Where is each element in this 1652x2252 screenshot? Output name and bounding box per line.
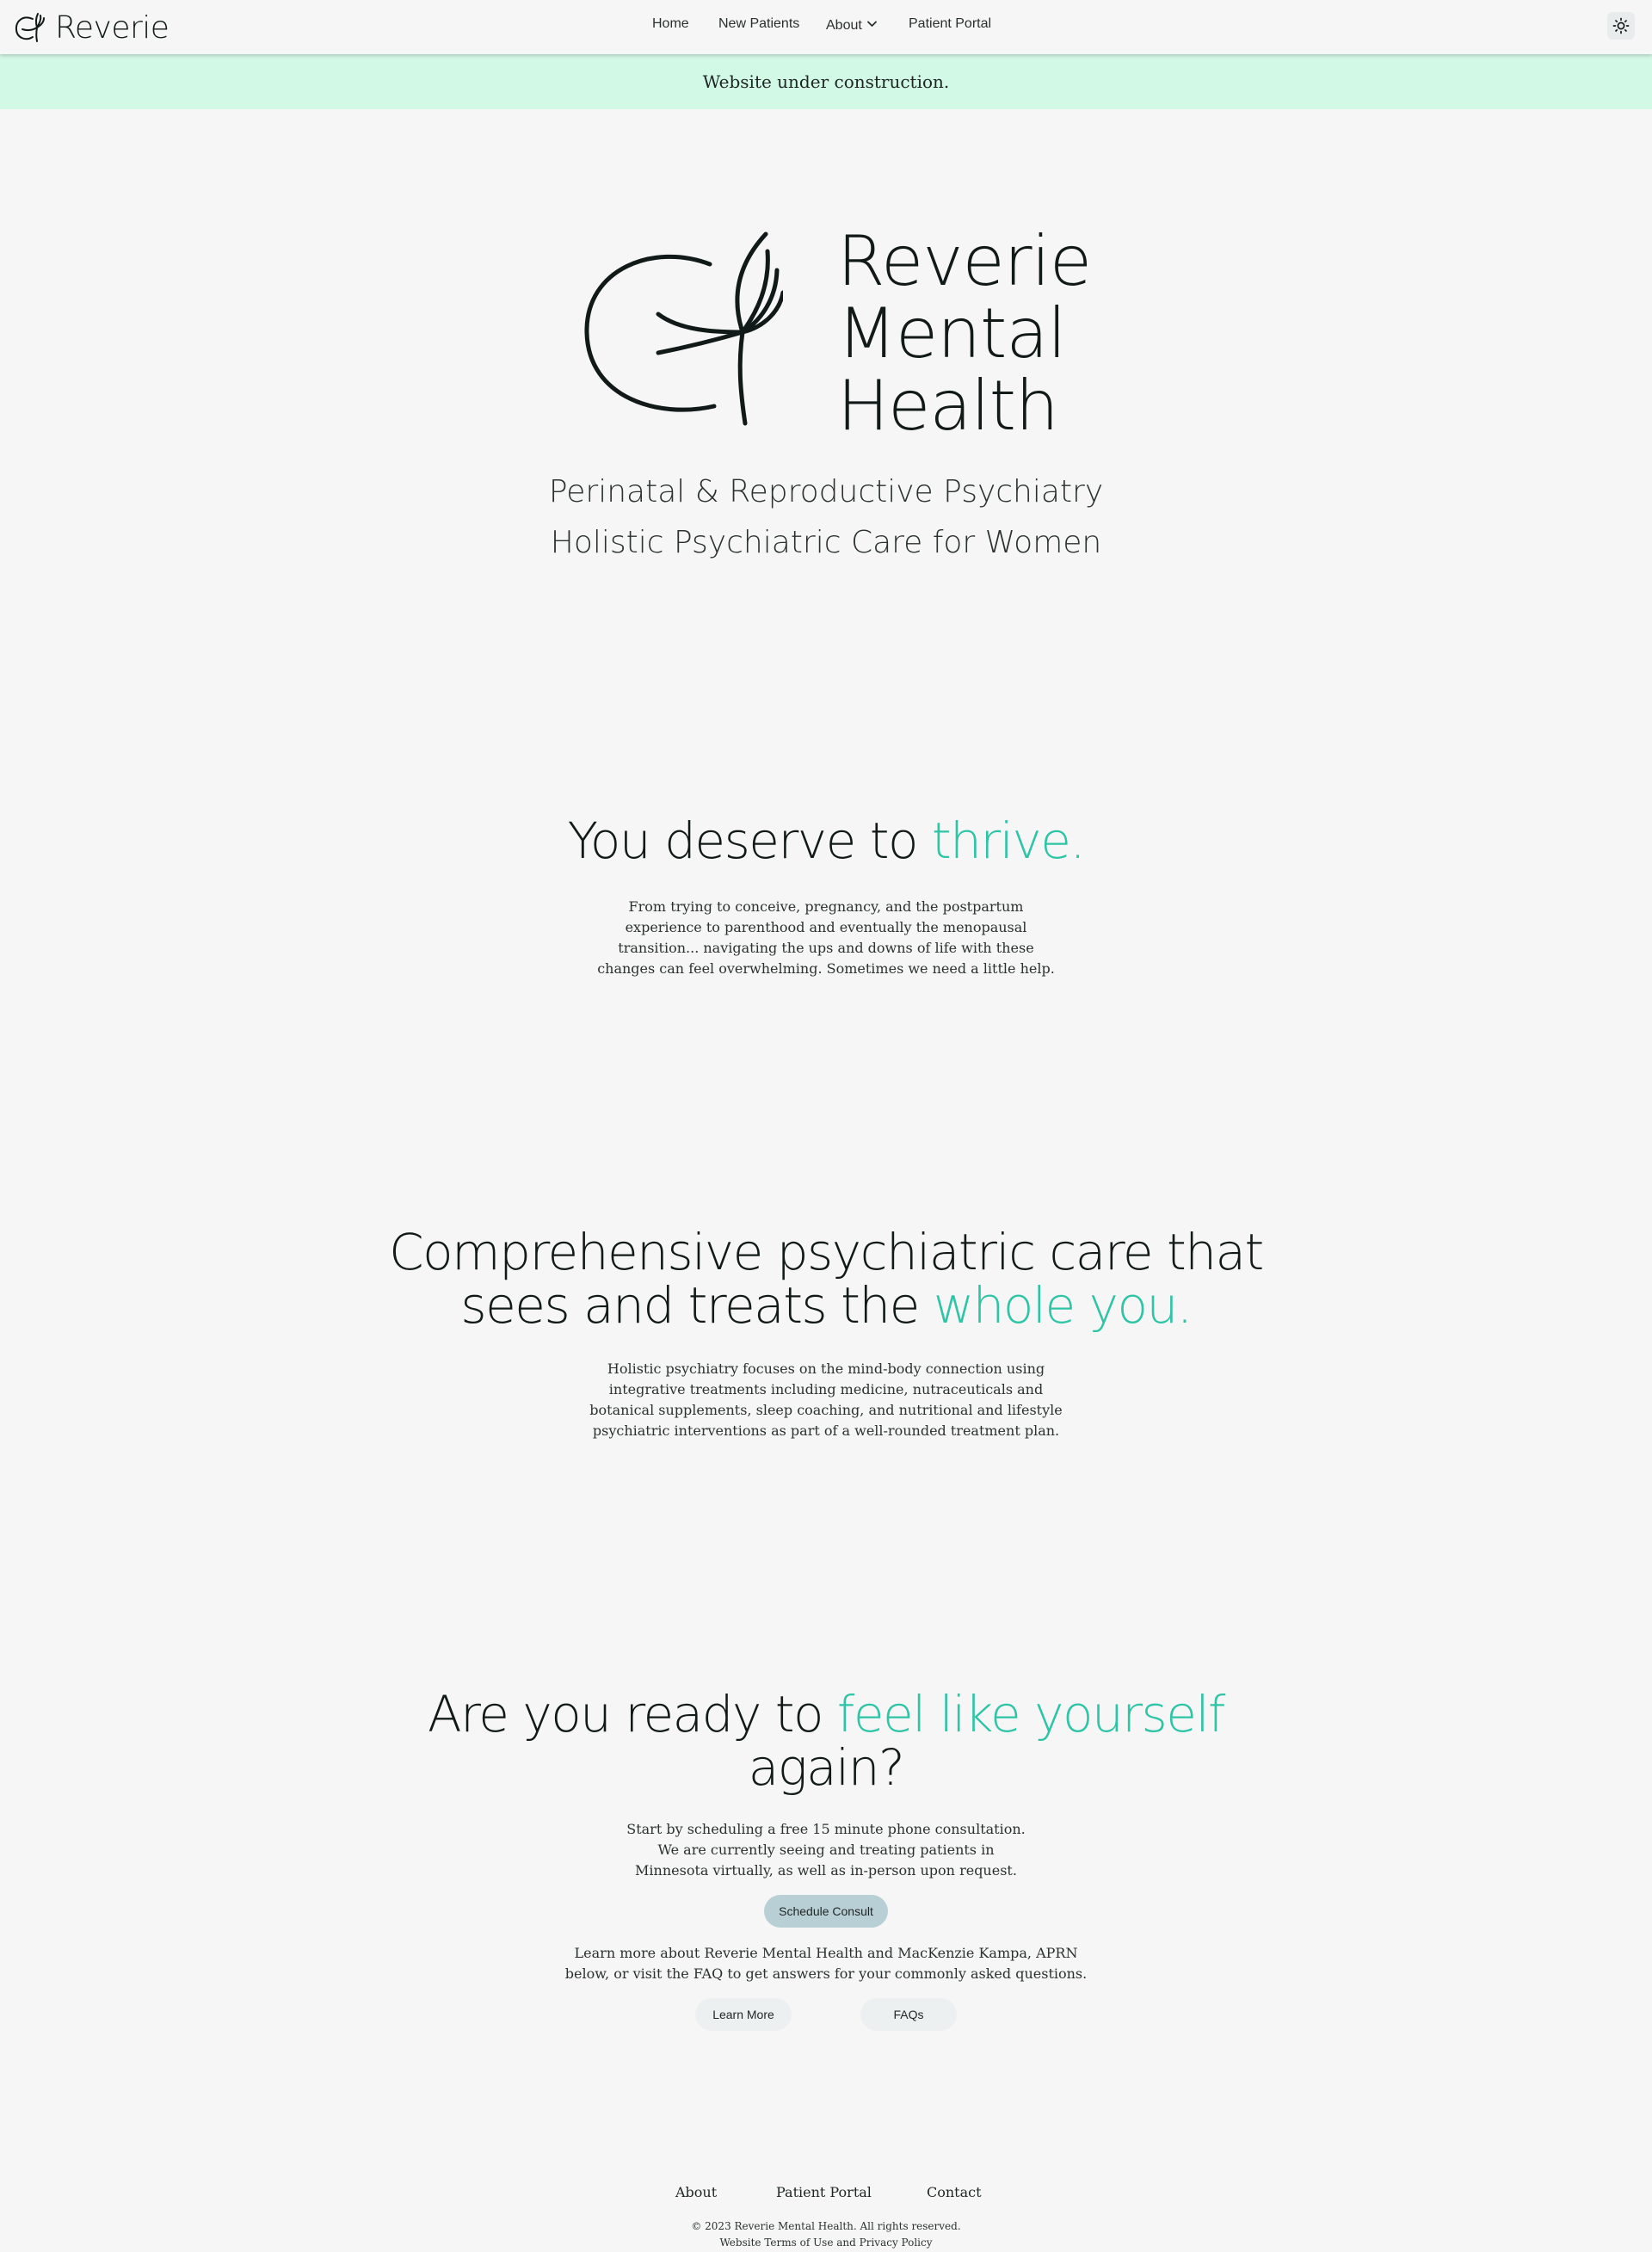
learn-more-button[interactable]: Learn More <box>695 1998 792 2031</box>
theme-toggle-button[interactable] <box>1607 12 1635 40</box>
hero-tagline-specialty: Perinatal & Reproductive Psychiatry <box>548 474 1104 509</box>
body-line: Learn more about Reverie Mental Health a… <box>574 1945 1078 1961</box>
body-line: Holistic psychiatry focuses on the mind-… <box>607 1360 1045 1377</box>
body-line: psychiatric interventions as part of a w… <box>592 1422 1060 1439</box>
nav-home[interactable]: Home <box>652 16 689 32</box>
sun-icon <box>1612 17 1630 34</box>
nav-about-dropdown[interactable]: About <box>826 16 877 34</box>
top-navigation-bar: Reverie Home New Patients About Patient … <box>0 0 1652 54</box>
body-line: transition... navigating the ups and dow… <box>618 940 1034 956</box>
banner-text: Website under construction. <box>702 71 950 92</box>
footer-copyright: © 2023 Reverie Mental Health. All rights… <box>691 2220 961 2232</box>
footer-legal-link[interactable]: Website Terms of Use and Privacy Policy <box>0 2237 1652 2249</box>
faqs-button[interactable]: FAQs <box>860 1998 957 2031</box>
body-line: below, or visit the FAQ to get answers f… <box>564 1965 1088 1982</box>
footer-nav: About Patient Portal Contact <box>0 2184 1652 2205</box>
body-line: Start by scheduling a free 15 minute pho… <box>626 1821 1026 1837</box>
nav-about-label: About <box>826 18 862 33</box>
nav-patient-portal[interactable]: Patient Portal <box>909 16 991 32</box>
body-line: Minnesota virtually, as well as in-perso… <box>635 1862 1017 1879</box>
reverie-flower-logo-icon <box>584 231 783 426</box>
schedule-consult-button[interactable]: Schedule Consult <box>764 1895 888 1928</box>
body-line: integrative treatments including medicin… <box>608 1381 1044 1397</box>
learn-more-text: Learn more about Reverie Mental Health a… <box>0 1943 1652 1984</box>
hero-tagline-care: Holistic Psychiatric Care for Women <box>550 525 1102 560</box>
whole-you-heading: Comprehensive psychiatric care that sees… <box>0 1225 1652 1332</box>
whole-heading-text: sees and treats the <box>460 1276 934 1335</box>
construction-banner: Website under construction. <box>0 54 1652 109</box>
ready-heading: Are you ready to feel like yourself agai… <box>0 1687 1652 1794</box>
ready-heading-line2: again? <box>748 1738 905 1797</box>
whole-you-body: Holistic psychiatry focuses on the mind-… <box>0 1359 1652 1441</box>
thrive-heading: You deserve to thrive. <box>0 814 1652 867</box>
main-nav: Home New Patients About Patient Portal <box>0 16 1652 39</box>
hero-practice-name: Reverie Mental Health <box>837 221 1092 446</box>
hero-name-line: Health <box>837 366 1059 446</box>
footer-link-contact[interactable]: Contact <box>927 2184 982 2200</box>
footer-link-about[interactable]: About <box>675 2184 717 2200</box>
ready-heading-text: Are you ready to <box>428 1685 837 1743</box>
whole-heading-line2: sees and treats the whole you. <box>0 1279 1652 1332</box>
whole-heading-accent: whole you. <box>933 1276 1193 1335</box>
body-line: From trying to conceive, pregnancy, and … <box>628 898 1024 915</box>
whole-heading-line1: Comprehensive psychiatric care that <box>389 1223 1264 1281</box>
nav-new-patients[interactable]: New Patients <box>718 16 799 32</box>
hero-name-line: Mental <box>837 293 1067 373</box>
thrive-body: From trying to conceive, pregnancy, and … <box>0 897 1652 979</box>
ready-heading-accent: feel like yourself <box>836 1685 1226 1743</box>
ready-heading-line1: Are you ready to feel like yourself <box>0 1687 1652 1741</box>
ready-body: Start by scheduling a free 15 minute pho… <box>0 1819 1652 1881</box>
thrive-heading-text: You deserve to <box>567 811 932 870</box>
hero-name-line: Reverie <box>837 221 1092 301</box>
thrive-heading-accent: thrive. <box>931 811 1086 870</box>
body-line: changes can feel overwhelming. Sometimes… <box>597 960 1055 977</box>
hero-logo: Reverie Mental Health <box>576 221 1093 446</box>
footer-link-patient-portal[interactable]: Patient Portal <box>776 2184 872 2200</box>
body-line: We are currently seeing and treating pat… <box>657 1842 995 1858</box>
body-line: botanical supplements, sleep coaching, a… <box>589 1402 1063 1418</box>
body-line: experience to parenthood and eventually … <box>625 919 1027 935</box>
chevron-down-icon <box>866 16 877 32</box>
